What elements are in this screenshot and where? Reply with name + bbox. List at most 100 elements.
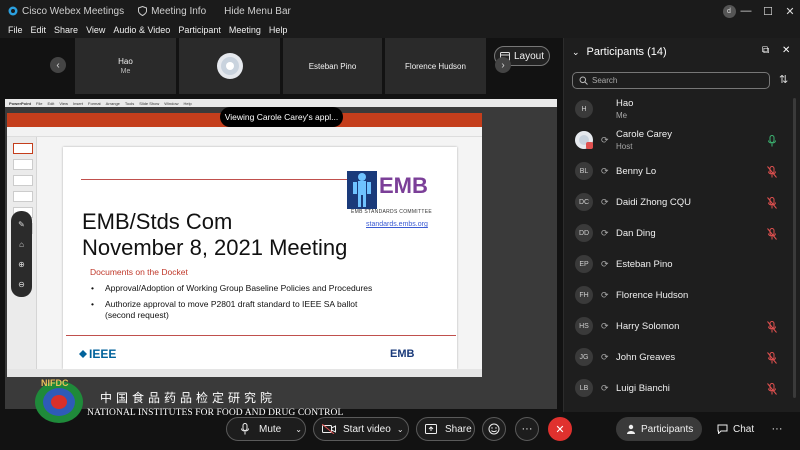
annotation-toolbar: ✎ ⌂ ⊕ ⊖ — [11, 211, 32, 297]
video-tile-hao[interactable]: Hao Me — [75, 38, 176, 94]
participant-row[interactable]: DD ⟳ Dan Ding — [564, 218, 794, 248]
participant-name: Harry Solomon — [616, 321, 680, 332]
participant-row[interactable]: ⟳ Carole Carey Host — [564, 125, 794, 155]
microphone-muted-icon[interactable] — [767, 196, 777, 209]
microphone-muted-icon[interactable] — [767, 165, 777, 178]
hide-menu-bar-button[interactable]: Hide Menu Bar — [224, 6, 291, 17]
participant-row[interactable]: BL ⟳ Benny Lo — [564, 156, 794, 186]
ieee-logo: IEEE — [79, 347, 116, 361]
app-title-label: Cisco Webex Meetings — [22, 5, 125, 17]
menu-view[interactable]: View — [86, 25, 105, 35]
more-panels-button[interactable]: ··· — [765, 417, 789, 441]
avatar — [575, 131, 593, 149]
microphone-muted-icon[interactable] — [767, 320, 777, 333]
sync-icon: ⟳ — [601, 352, 609, 362]
menu-meeting[interactable]: Meeting — [229, 25, 261, 35]
shared-screen[interactable]: PowerPoint File Edit View Insert Format … — [5, 99, 557, 409]
participants-button[interactable]: Participants — [616, 417, 702, 441]
person-icon — [627, 424, 635, 434]
more-icon: ··· — [521, 423, 533, 435]
sort-icon[interactable]: ⇅ — [779, 73, 788, 86]
participant-row[interactable]: EP ⟳ Esteban Pino — [564, 249, 794, 279]
search-placeholder: Search — [592, 76, 618, 85]
chat-button[interactable]: Chat — [708, 417, 758, 441]
search-input[interactable]: Search — [572, 72, 770, 89]
zoom-out-icon[interactable]: ⊖ — [16, 279, 27, 290]
start-video-button[interactable]: Start video ⌄ — [313, 417, 409, 441]
participant-row[interactable]: DC ⟳ Daidi Zhong CQU — [564, 187, 794, 217]
microphone-muted-icon[interactable] — [767, 227, 777, 240]
mute-label: Mute — [259, 423, 282, 435]
ieee-text: IEEE — [89, 347, 117, 361]
menu-edit[interactable]: Edit — [31, 25, 47, 35]
search-icon — [579, 76, 588, 85]
participant-name: Luigi Bianchi — [616, 383, 670, 394]
share-button[interactable]: Share — [416, 417, 475, 441]
avatar: BL — [575, 162, 593, 180]
microphone-muted-icon[interactable] — [767, 351, 777, 364]
microphone-icon[interactable] — [767, 134, 777, 147]
zoom-in-icon[interactable]: ⊕ — [16, 259, 27, 270]
avatar: LB — [575, 379, 593, 397]
participant-row[interactable]: LB ⟳ Luigi Bianchi — [564, 373, 794, 403]
avatar: DD — [575, 224, 593, 242]
shared-menu-item: Edit — [47, 100, 55, 106]
participant-row[interactable]: JG ⟳ John Greaves — [564, 342, 794, 372]
strip-prev-button[interactable]: ‹ — [50, 57, 66, 73]
more-options-button[interactable]: ··· — [515, 417, 539, 441]
share-icon — [425, 424, 437, 434]
minimize-button[interactable]: — — [735, 0, 757, 22]
menu-participant[interactable]: Participant — [178, 25, 221, 35]
menu-audio-video[interactable]: Audio & Video — [113, 25, 170, 35]
panel-title: Participants (14) — [586, 46, 667, 58]
slide-thumb — [13, 175, 33, 186]
maximize-icon: ☐ — [763, 5, 773, 18]
shared-menu-item: Insert — [72, 100, 83, 106]
chevron-down-icon[interactable]: ⌄ — [397, 425, 404, 434]
remote-control-icon[interactable]: ⌂ — [16, 239, 27, 250]
tile-sub: Me — [120, 68, 131, 75]
video-tile-carole[interactable] — [179, 38, 280, 94]
participant-name: John Greaves — [616, 352, 676, 363]
chat-label: Chat — [733, 423, 755, 435]
menu-share[interactable]: Share — [54, 25, 78, 35]
mute-button[interactable]: Mute ⌄ — [226, 417, 306, 441]
video-tile-esteban[interactable]: Esteban Pino — [283, 38, 382, 94]
slide-thumb — [13, 191, 33, 202]
participant-row[interactable]: HS ⟳ Harry Solomon — [564, 311, 794, 341]
powerpoint-window: EMB EMB STANDARDS COMMITTEE standards.em… — [7, 113, 482, 377]
close-window-button[interactable]: ✕ — [779, 0, 800, 22]
annotate-icon[interactable]: ✎ — [16, 219, 27, 230]
host-badge-icon — [586, 142, 593, 149]
chevron-down-icon[interactable]: ⌄ — [572, 47, 580, 58]
microphone-muted-icon[interactable] — [767, 382, 777, 395]
meeting-info-button[interactable]: Meeting Info — [138, 6, 206, 17]
participant-role: Host — [616, 142, 633, 151]
tile-name: Hao — [118, 57, 133, 66]
watermark-chinese: 中国食品药品检定研究院 — [100, 391, 277, 405]
emb-logo-caption: EMB STANDARDS COMMITTEE — [351, 209, 432, 215]
docket-heading: Documents on the Docket — [90, 267, 188, 277]
emb-footer-logo: EMB — [390, 348, 415, 360]
tile-name: Esteban Pino — [308, 61, 357, 71]
video-tile-florence[interactable]: Florence Hudson — [385, 38, 486, 94]
close-icon[interactable]: ✕ — [782, 45, 790, 56]
popout-icon[interactable]: ⧉ — [762, 45, 769, 56]
participant-row[interactable]: FH ⟳ Florence Hudson — [564, 280, 794, 310]
chevron-down-icon[interactable]: ⌄ — [295, 425, 302, 434]
minimize-icon: — — [740, 5, 752, 17]
menu-help[interactable]: Help — [269, 25, 288, 35]
participant-scrollbar[interactable] — [793, 98, 796, 398]
participant-row[interactable]: H Hao Me — [564, 94, 794, 124]
avatar-image-icon — [216, 53, 243, 79]
menu-file[interactable]: File — [8, 25, 23, 35]
strip-next-button[interactable]: › — [495, 57, 511, 73]
end-meeting-button[interactable]: ✕ — [548, 417, 572, 441]
emb-link[interactable]: standards.embs.org — [366, 221, 428, 228]
more-icon: ··· — [771, 423, 783, 435]
shared-menu-item: Help — [183, 100, 192, 106]
reactions-button[interactable] — [482, 417, 506, 441]
participants-label: Participants — [641, 423, 694, 435]
maximize-button[interactable]: ☐ — [757, 0, 779, 22]
anatomy-image — [347, 171, 377, 209]
